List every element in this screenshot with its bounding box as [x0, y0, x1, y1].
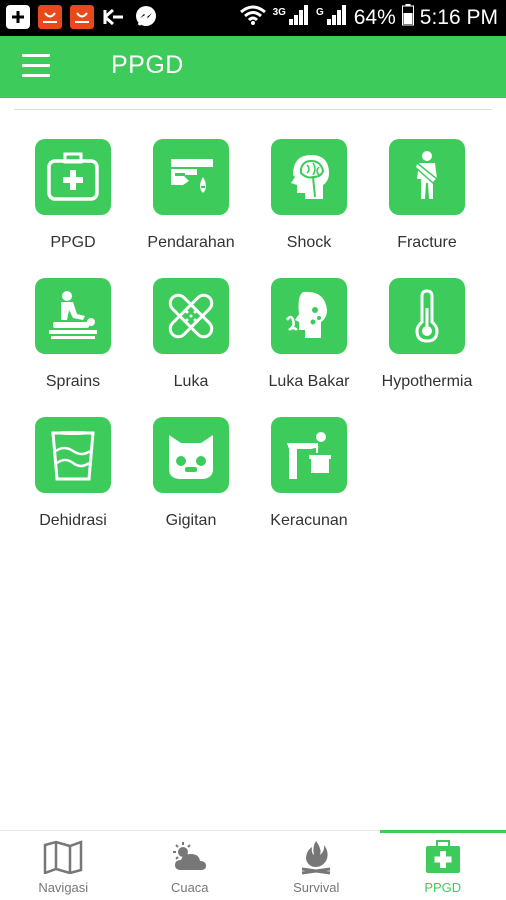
menu-item-label: Gigitan: [165, 512, 217, 529]
menu-item-keracunan[interactable]: Keracunan: [250, 417, 368, 531]
menu-item-sprains[interactable]: Sprains: [14, 278, 132, 392]
menu-item-label: Hypothermia: [381, 373, 473, 390]
menu-item-label: Dehidrasi: [39, 512, 107, 529]
first-aid-kit-icon: [423, 839, 463, 875]
massage-icon: [35, 278, 111, 354]
status-bar: 3G G 64% 5:16 PM: [0, 0, 506, 36]
menu-item-dehidrasi[interactable]: Dehidrasi: [14, 417, 132, 531]
nav-item-survival[interactable]: Survival: [253, 831, 380, 900]
nav-label: Cuaca: [170, 880, 209, 895]
menu-item-luka[interactable]: Luka: [132, 278, 250, 392]
menu-item-pendarahan[interactable]: Pendarahan: [132, 139, 250, 253]
notification-icons: [6, 5, 158, 29]
battery-icon: [401, 4, 414, 32]
menu-item-hypothermia[interactable]: Hypothermia: [368, 278, 486, 392]
battery-percent: 64%: [353, 6, 396, 29]
nav-item-navigasi[interactable]: Navigasi: [0, 831, 127, 900]
aliexpress-icon: [70, 5, 94, 29]
app-bar: PPGD: [0, 36, 506, 98]
page-title: PPGD: [111, 51, 184, 79]
nav-label: Survival: [293, 880, 340, 895]
nav-item-ppgd[interactable]: PPGD: [379, 830, 506, 900]
menu-item-label: Pendarahan: [147, 234, 235, 251]
menu-item-label: Luka Bakar: [268, 373, 350, 390]
bottom-navigation: Navigasi Cuaca Survival PPGD: [0, 830, 506, 900]
divider: [14, 109, 492, 110]
clock: 5:16 PM: [419, 6, 498, 29]
kaskus-icon: [102, 5, 126, 29]
menu-item-label: Keracunan: [270, 512, 348, 529]
menu-item-label: PPGD: [50, 234, 96, 251]
water-glass-icon: [35, 417, 111, 493]
menu-item-gigitan[interactable]: Gigitan: [132, 417, 250, 531]
network-type-2: G: [315, 6, 324, 18]
system-status: 3G G 64% 5:16 PM: [239, 4, 498, 32]
menu-item-label: Sprains: [45, 373, 101, 390]
wifi-icon: [239, 4, 267, 32]
menu-item-label: Fracture: [397, 234, 457, 251]
weather-icon: [170, 839, 210, 875]
first-aid-menu-grid: PPGD Pendarahan Shock Fracture Sprains L…: [14, 139, 486, 531]
messenger-icon: [134, 5, 158, 29]
menu-item-fracture[interactable]: Fracture: [368, 139, 486, 253]
thermometer-icon: [389, 278, 465, 354]
menu-item-ppgd[interactable]: PPGD: [14, 139, 132, 253]
network-type-1: 3G: [272, 6, 286, 18]
signal-icon: [288, 4, 310, 32]
menu-item-luka-bakar[interactable]: Luka Bakar: [250, 278, 368, 392]
nav-label: Navigasi: [38, 880, 89, 895]
menu-item-label: Luka: [173, 373, 209, 390]
aliexpress-icon: [38, 5, 62, 29]
animal-face-icon: [153, 417, 229, 493]
signal-icon: [326, 4, 348, 32]
map-icon: [43, 839, 83, 875]
nav-label: PPGD: [424, 880, 462, 895]
vomiting-person-icon: [271, 417, 347, 493]
burn-face-icon: [271, 278, 347, 354]
head-brain-icon: [271, 139, 347, 215]
campfire-icon: [296, 839, 336, 875]
menu-item-label: Shock: [286, 234, 332, 251]
first-aid-kit-icon: [35, 139, 111, 215]
bandage-icon: [153, 278, 229, 354]
hamburger-menu-icon[interactable]: [22, 54, 52, 78]
bleeding-hand-icon: [153, 139, 229, 215]
nav-item-cuaca[interactable]: Cuaca: [127, 831, 254, 900]
add-box-icon: [6, 5, 30, 29]
arm-sling-icon: [389, 139, 465, 215]
menu-item-shock[interactable]: Shock: [250, 139, 368, 253]
